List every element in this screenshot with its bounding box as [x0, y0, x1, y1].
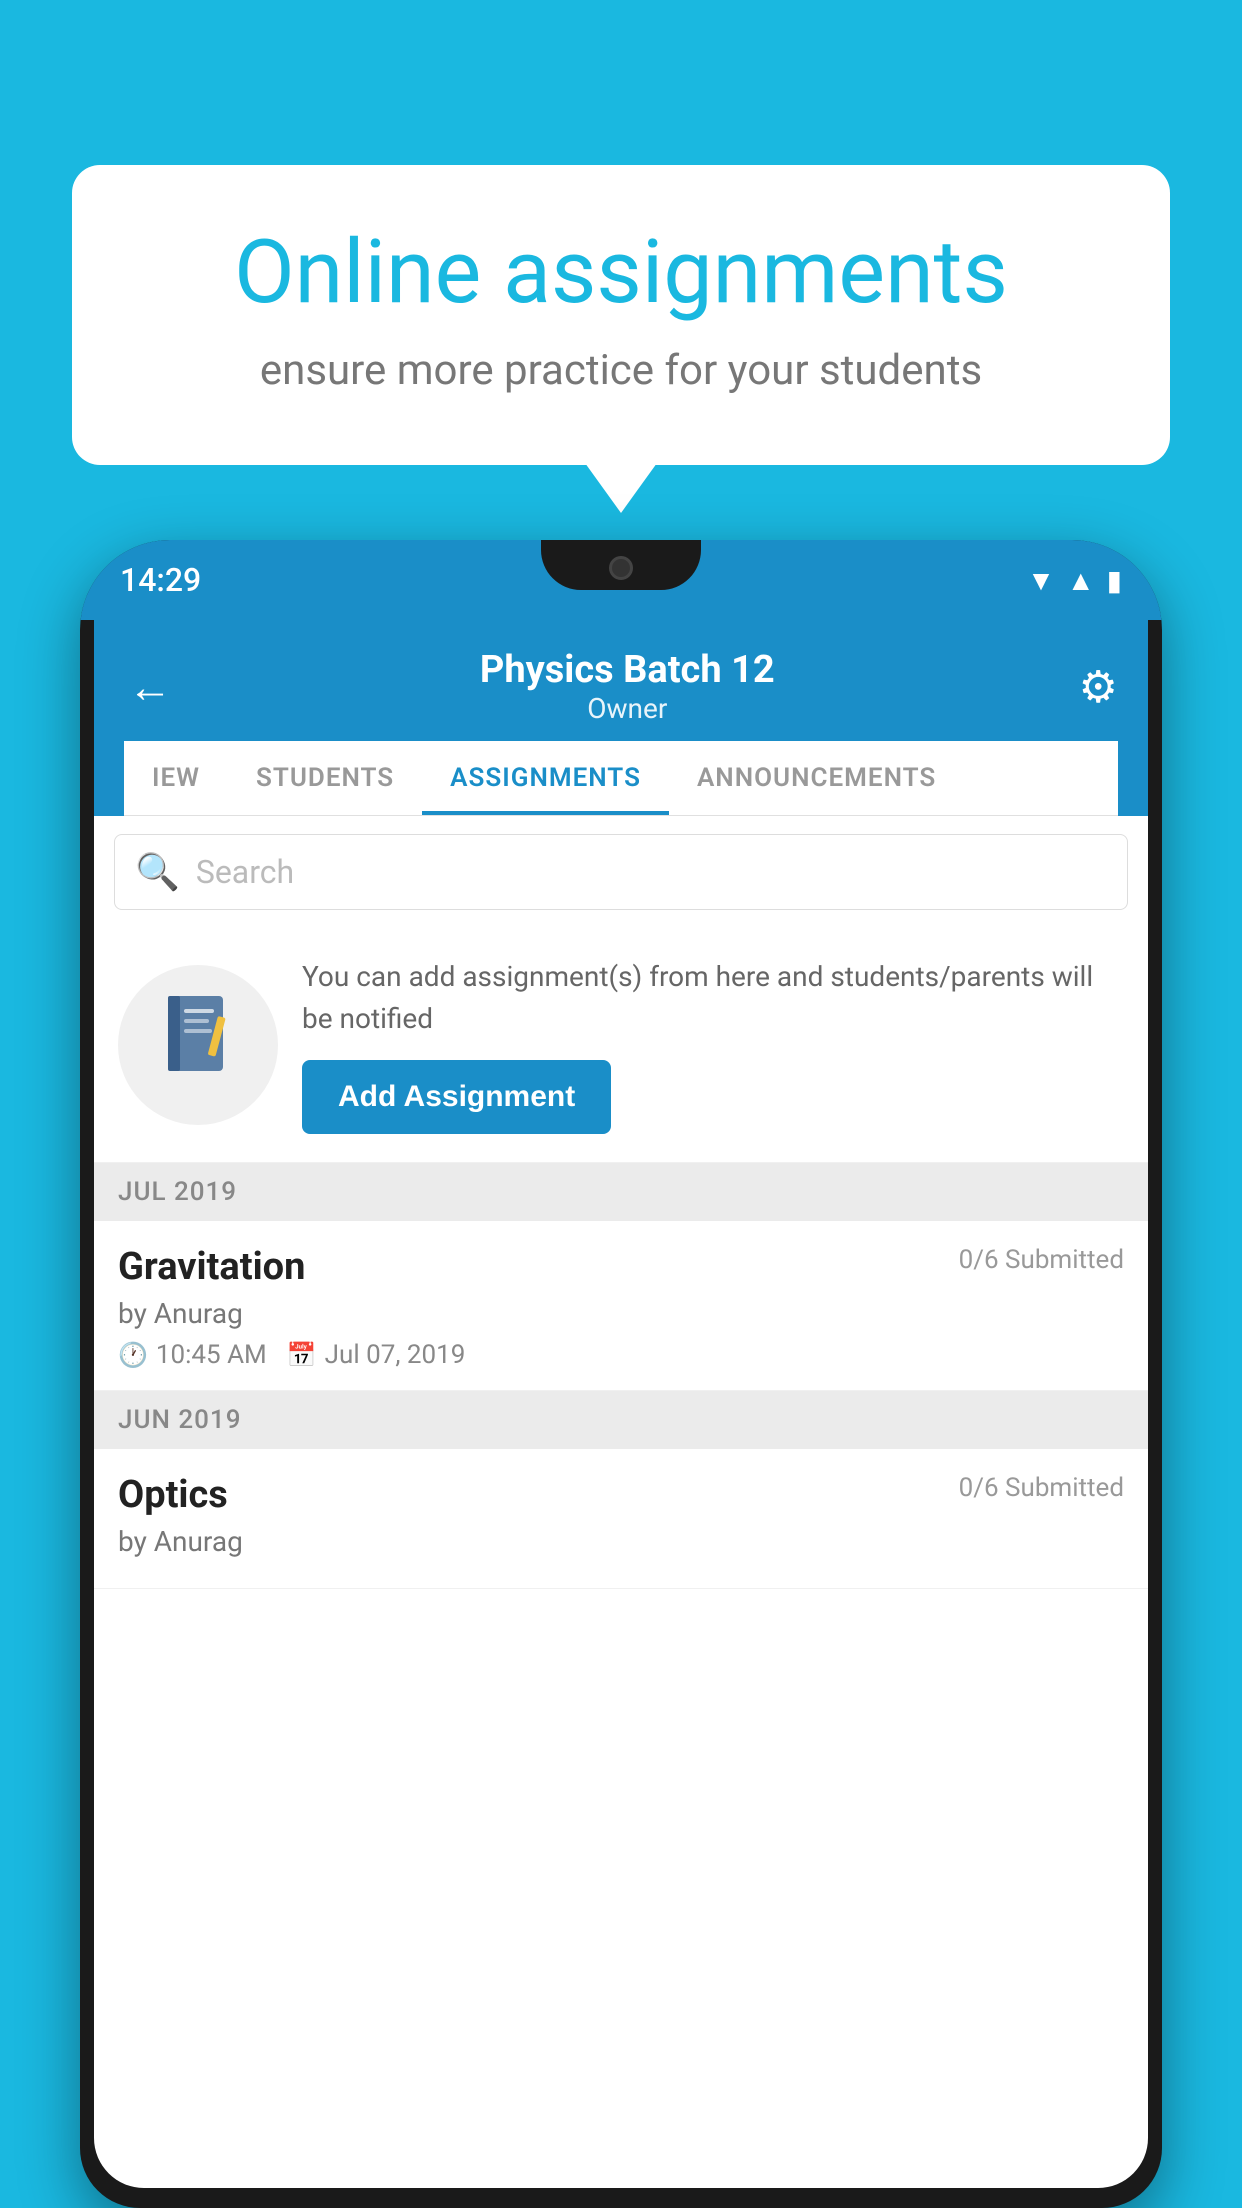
- settings-button[interactable]: ⚙: [1079, 661, 1118, 713]
- promo-section: You can add assignment(s) from here and …: [94, 928, 1148, 1163]
- tabs-bar: IEW STUDENTS ASSIGNMENTS ANNOUNCEMENTS: [124, 741, 1118, 816]
- back-button[interactable]: ←: [124, 657, 176, 717]
- assignment-name-optics: Optics: [118, 1473, 228, 1517]
- tab-iew[interactable]: IEW: [124, 741, 228, 815]
- status-icons: ▼ ▲ ▮: [1027, 564, 1122, 597]
- notch: [541, 540, 701, 590]
- app-screen: ← Physics Batch 12 Owner ⚙ IEW STUDENTS …: [94, 620, 1148, 2188]
- promo-icon-circle: [118, 965, 278, 1125]
- tab-announcements[interactable]: ANNOUNCEMENTS: [669, 741, 964, 815]
- assignment-author: by Anurag: [118, 1297, 1124, 1330]
- assignment-author-optics: by Anurag: [118, 1525, 1124, 1558]
- signal-icon: ▲: [1067, 564, 1095, 597]
- speech-bubble: Online assignments ensure more practice …: [72, 165, 1170, 465]
- time-meta: 🕐 10:45 AM: [118, 1340, 267, 1370]
- search-input[interactable]: Search: [196, 853, 294, 891]
- search-container: 🔍 Search: [94, 816, 1148, 928]
- app-header: ← Physics Batch 12 Owner ⚙ IEW STUDENTS …: [94, 620, 1148, 816]
- assignment-row1: Gravitation 0/6 Submitted: [118, 1245, 1124, 1289]
- battery-icon: ▮: [1107, 564, 1122, 597]
- batch-title: Physics Batch 12: [480, 648, 775, 692]
- date-meta: 📅 Jul 07, 2019: [287, 1340, 466, 1370]
- camera-notch: [609, 556, 633, 580]
- assignment-meta: 🕐 10:45 AM 📅 Jul 07, 2019: [118, 1340, 1124, 1370]
- search-icon: 🔍: [135, 851, 180, 893]
- tab-students[interactable]: STUDENTS: [228, 741, 422, 815]
- batch-subtitle: Owner: [480, 692, 775, 725]
- assignment-name: Gravitation: [118, 1245, 305, 1289]
- notebook-icon: [158, 991, 238, 1099]
- wifi-icon: ▼: [1027, 564, 1055, 597]
- phone-frame: 14:29 ▼ ▲ ▮ ← Physics Batch 12 Owner ⚙: [80, 540, 1162, 2208]
- add-assignment-button[interactable]: Add Assignment: [302, 1060, 611, 1134]
- assignment-item-optics[interactable]: Optics 0/6 Submitted by Anurag: [94, 1449, 1148, 1589]
- section-header-jul: JUL 2019: [94, 1163, 1148, 1221]
- assignment-submitted: 0/6 Submitted: [959, 1245, 1124, 1275]
- calendar-icon: 📅: [287, 1341, 317, 1369]
- status-time: 14:29: [120, 561, 201, 599]
- speech-bubble-subtitle: ensure more practice for your students: [152, 346, 1090, 395]
- assignment-date: Jul 07, 2019: [325, 1340, 466, 1370]
- assignment-submitted-optics: 0/6 Submitted: [959, 1473, 1124, 1503]
- section-header-jun: JUN 2019: [94, 1391, 1148, 1449]
- promo-description: You can add assignment(s) from here and …: [302, 956, 1124, 1040]
- clock-icon: 🕐: [118, 1341, 148, 1369]
- header-row: ← Physics Batch 12 Owner ⚙: [124, 630, 1118, 741]
- assignment-item-gravitation[interactable]: Gravitation 0/6 Submitted by Anurag 🕐 10…: [94, 1221, 1148, 1391]
- speech-bubble-title: Online assignments: [152, 225, 1090, 322]
- search-bar[interactable]: 🔍 Search: [114, 834, 1128, 910]
- header-title-group: Physics Batch 12 Owner: [480, 648, 775, 725]
- promo-content: You can add assignment(s) from here and …: [302, 956, 1124, 1134]
- assignment-time: 10:45 AM: [156, 1340, 267, 1370]
- tab-assignments[interactable]: ASSIGNMENTS: [422, 741, 669, 815]
- assignment-row1-optics: Optics 0/6 Submitted: [118, 1473, 1124, 1517]
